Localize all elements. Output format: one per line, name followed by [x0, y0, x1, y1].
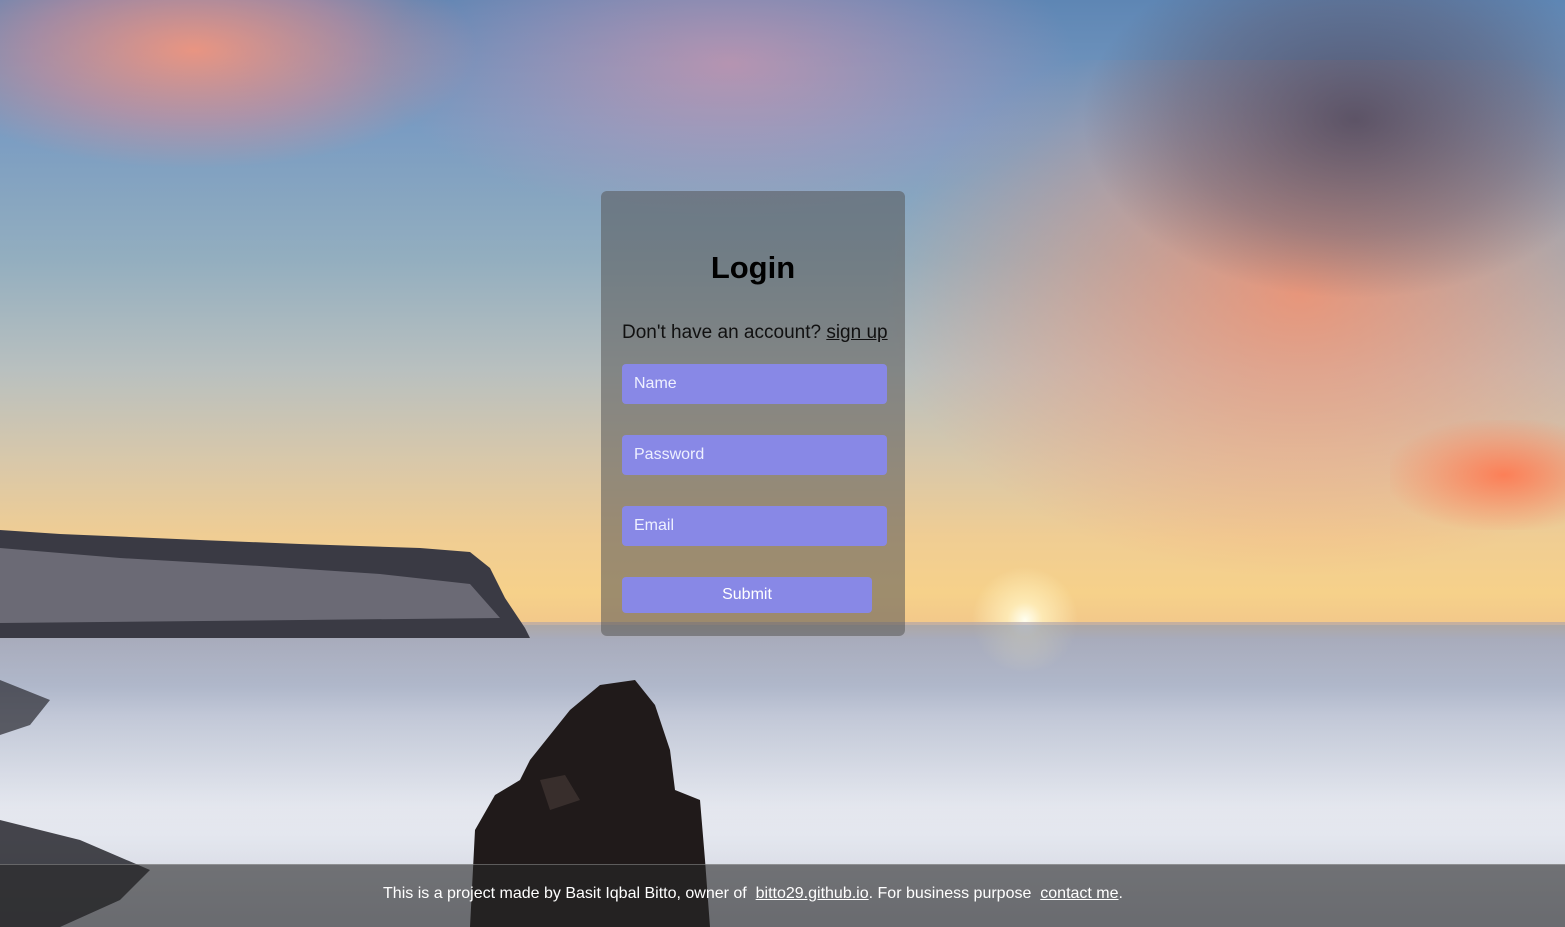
sky-cloud-decoration: [1390, 420, 1565, 530]
name-input[interactable]: [622, 364, 887, 404]
email-input[interactable]: [622, 506, 887, 546]
signup-prompt: Don't have an account? sign up: [622, 322, 888, 344]
signup-link[interactable]: sign up: [826, 322, 887, 343]
footer-text-middle: . For business purpose: [868, 885, 1032, 902]
submit-button[interactable]: Submit: [622, 577, 872, 613]
footer-contact-link[interactable]: contact me: [1040, 885, 1118, 902]
footer-site-link[interactable]: bitto29.github.io: [756, 885, 869, 902]
login-title: Login: [710, 250, 796, 285]
login-page: Login Don't have an account? sign up Sub…: [0, 0, 1565, 927]
signup-prompt-text: Don't have an account?: [622, 322, 822, 343]
password-input[interactable]: [622, 435, 887, 475]
footer-text-after: .: [1118, 885, 1123, 902]
footer-text-before: This is a project made by Basit Iqbal Bi…: [383, 885, 747, 902]
footer-text: This is a project made by Basit Iqbal Bi…: [0, 885, 1506, 903]
cliff-decoration: [0, 530, 530, 638]
